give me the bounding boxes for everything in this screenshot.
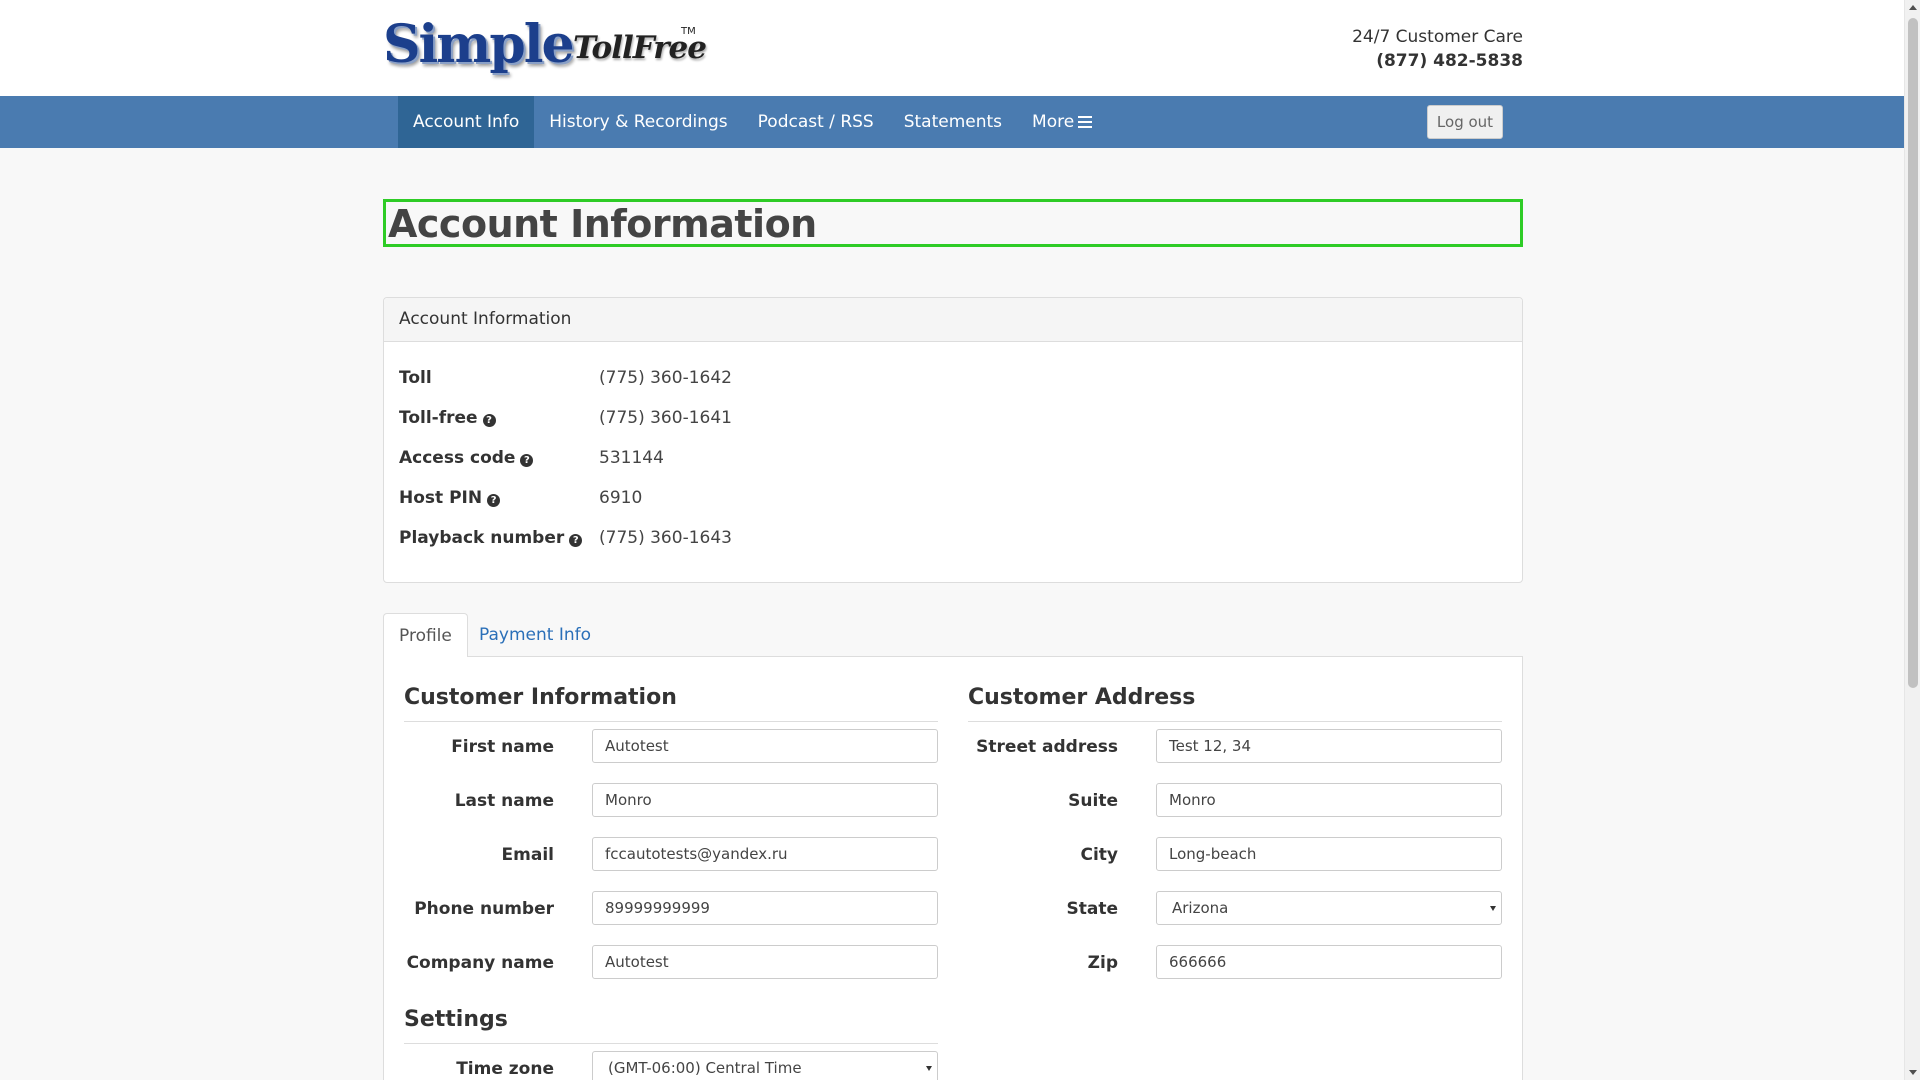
street-address-label: Street address [976,737,1118,757]
page: Simple TollFree TM 24/7 Customer Care (8… [0,0,1904,1080]
time-zone-value: (GMT-06:00) Central Time [608,1059,802,1077]
simpletollfree-logo[interactable]: Simple TollFree TM [383,14,707,75]
settings-title: Settings [404,993,938,1044]
page-title: Account Information [388,202,817,246]
time-zone-label: Time zone [456,1059,554,1079]
scroll-up-icon[interactable] [1909,5,1917,10]
info-label-text: Playback number [399,528,565,548]
nav-item-account-info[interactable]: Account Info [398,96,535,148]
last-name-label: Last name [454,791,554,811]
tab-profile[interactable]: Profile [383,613,468,658]
customer-address-title: Customer Address [968,671,1502,722]
info-value: 531144 [599,448,664,468]
chevron-down-icon [1490,906,1496,911]
suite-input[interactable]: Monro [1156,783,1502,817]
info-value: (775) 360-1642 [599,368,732,388]
question-circle-icon[interactable]: ? [520,454,534,467]
info-label-text: Toll [399,368,432,388]
state-label: State [1066,899,1119,919]
info-label: Host PIN? [399,486,599,510]
info-label-text: Host PIN [399,488,483,508]
last-name-input[interactable]: Monro [592,783,938,817]
customer-care: 24/7 Customer Care (877) 482-5838 [1352,25,1523,73]
customer-information-title: Customer Information [404,671,938,722]
nav-item-more-label: More [1032,112,1075,132]
page-title-highlight: Account Information [383,199,1523,247]
question-circle-icon[interactable]: ? [569,534,583,547]
profile-tabs: Profile Payment Info [383,613,1523,658]
phone-number-input[interactable]: 89999999999 [592,891,938,925]
nav-item-history-recordings[interactable]: History & Recordings [534,96,742,148]
info-value: (775) 360-1643 [599,528,732,548]
suite-label: Suite [1068,791,1118,811]
info-value: 6910 [599,488,643,508]
account-info-panel: Account Information Toll (775) 360-1642 … [383,297,1523,583]
state-select[interactable]: Arizona [1156,891,1502,925]
info-label-text: Toll-free [399,408,478,428]
chevron-down-icon [926,1066,932,1071]
info-label-text: Access code [399,448,516,468]
logo-text-main: Simple [383,14,575,75]
logo-trademark: TM [681,26,696,37]
company-name-label: Company name [406,953,554,973]
panel-heading: Account Information [384,298,1522,342]
scroll-down-icon[interactable] [1909,1070,1917,1075]
profile-tab-content: Customer Information First name Autotest… [383,657,1523,1080]
info-value: (775) 360-1641 [599,408,732,428]
top-header: Simple TollFree TM 24/7 Customer Care (8… [0,0,1904,96]
zip-label: Zip [1087,953,1118,973]
phone-number-label: Phone number [414,899,554,919]
logout-button[interactable]: Log out [1427,105,1503,139]
customer-care-label: 24/7 Customer Care [1352,27,1523,47]
main-navbar: Account Info History & Recordings Podcas… [0,96,1904,148]
vertical-scrollbar[interactable] [1904,0,1920,1080]
info-label: Access code? [399,446,599,470]
first-name-input[interactable]: Autotest [592,729,938,763]
first-name-label: First name [451,737,554,757]
company-name-input[interactable]: Autotest [592,945,938,979]
nav-item-statements[interactable]: Statements [889,96,1017,148]
tab-payment-info[interactable]: Payment Info [464,613,606,657]
scrollbar-thumb[interactable] [1908,18,1918,688]
zip-input[interactable]: 666666 [1156,945,1502,979]
time-zone-select[interactable]: (GMT-06:00) Central Time [592,1051,938,1080]
state-value: Arizona [1172,899,1229,917]
nav-items: Account Info History & Recordings Podcas… [398,96,1107,148]
street-address-input[interactable]: Test 12, 34 [1156,729,1502,763]
email-label: Email [501,845,554,865]
city-input[interactable]: Long-beach [1156,837,1502,871]
question-circle-icon[interactable]: ? [482,414,496,427]
email-input[interactable]: fccautotests@yandex.ru [592,837,938,871]
info-label: Playback number? [399,526,599,550]
city-label: City [1080,845,1118,865]
info-label: Toll [399,366,599,390]
menu-icon [1078,116,1093,128]
info-label: Toll-free? [399,406,599,430]
customer-care-phone: (877) 482-5838 [1376,51,1523,71]
question-circle-icon[interactable]: ? [487,494,501,507]
nav-item-more[interactable]: More [1017,96,1107,148]
nav-item-podcast-rss[interactable]: Podcast / RSS [743,96,889,148]
